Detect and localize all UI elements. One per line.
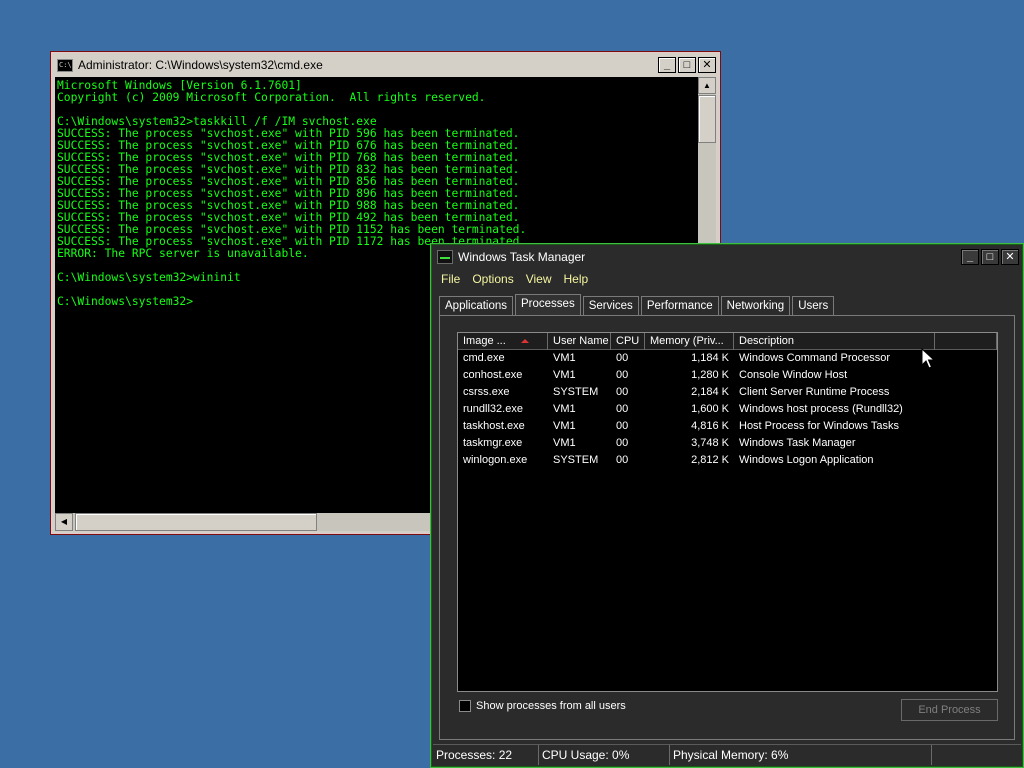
show-all-users-checkbox[interactable]	[459, 700, 471, 712]
tab-networking[interactable]: Networking	[720, 296, 791, 315]
scroll-up-arrow-icon[interactable]: ▲	[698, 77, 716, 94]
cell-image-name: conhost.exe	[463, 369, 523, 381]
process-list[interactable]: Image ... User Name CPU Memory (Priv... …	[457, 332, 998, 692]
show-all-users-checkbox-group[interactable]: Show processes from all users	[459, 700, 626, 712]
cell-cpu: 00	[616, 454, 629, 466]
cell-cpu: 00	[616, 437, 629, 449]
cell-user-name: VM1	[553, 437, 576, 449]
tab-users[interactable]: Users	[792, 296, 835, 315]
table-row[interactable]: rundll32.exe VM1 00 1,600 K Windows host pro…	[458, 401, 997, 418]
cmd-vertical-scroll-thumb[interactable]	[698, 95, 716, 143]
column-header-empty[interactable]	[935, 333, 997, 350]
process-rows: cmd.exe VM1 00 1,184 K Windows Command Proce…	[458, 350, 997, 469]
column-header-memory[interactable]: Memory (Priv...	[645, 333, 734, 350]
mouse-cursor-icon	[921, 348, 935, 369]
cmd-horizontal-scroll-thumb[interactable]	[75, 513, 317, 531]
cell-cpu: 00	[616, 403, 629, 415]
cell-description: Console Window Host	[739, 369, 848, 381]
status-processes: Processes: 22	[433, 745, 539, 765]
tab-applications[interactable]: Applications	[439, 296, 514, 315]
table-row[interactable]: conhost.exe VM1 00 1,280 K Console Window Ho…	[458, 367, 997, 384]
cmd-window-title: Administrator: C:\Windows\system32\cmd.e…	[78, 58, 323, 72]
cell-memory: 2,812 K	[691, 454, 729, 466]
cell-memory: 2,184 K	[691, 386, 729, 398]
cell-memory: 3,748 K	[691, 437, 729, 449]
cmd-titlebar[interactable]: C:\ Administrator: C:\Windows\system32\c…	[53, 54, 718, 76]
cell-memory: 4,816 K	[691, 420, 729, 432]
cmd-maximize-button[interactable]: □	[678, 57, 696, 73]
cell-image-name: taskmgr.exe	[463, 437, 523, 449]
taskmgr-statusbar: Processes: 22 CPU Usage: 0% Physical Mem…	[433, 744, 1021, 765]
menu-view[interactable]: View	[520, 270, 558, 290]
cell-description: Windows Logon Application	[739, 454, 874, 466]
task-manager-window[interactable]: Windows Task Manager _ □ ✕ File Options …	[430, 243, 1024, 768]
menu-file[interactable]: File	[435, 270, 466, 290]
process-list-header: Image ... User Name CPU Memory (Priv... …	[458, 333, 997, 350]
cmd-app-icon: C:\	[57, 58, 73, 72]
taskmgr-minimize-button[interactable]: _	[961, 249, 979, 265]
cmd-close-button[interactable]: ✕	[698, 57, 716, 73]
tab-processes[interactable]: Processes	[515, 294, 581, 316]
cell-user-name: VM1	[553, 403, 576, 415]
scroll-left-arrow-icon[interactable]: ◀	[55, 513, 73, 531]
taskmgr-menubar: File Options View Help	[435, 270, 594, 290]
taskmgr-titlebar[interactable]: Windows Task Manager _ □ ✕	[433, 246, 1021, 268]
sort-ascending-icon	[521, 339, 529, 343]
cell-description: Client Server Runtime Process	[739, 386, 890, 398]
cell-cpu: 00	[616, 369, 629, 381]
menu-options[interactable]: Options	[466, 270, 519, 290]
column-header-image-name-label: Image ...	[463, 335, 506, 347]
table-row[interactable]: winlogon.exe SYSTEM 00 2,812 K Windows Logon…	[458, 452, 997, 469]
cell-user-name: SYSTEM	[553, 454, 599, 466]
cell-image-name: csrss.exe	[463, 386, 510, 398]
taskmgr-close-button[interactable]: ✕	[1001, 249, 1019, 265]
cmd-minimize-button[interactable]: _	[658, 57, 676, 73]
cell-user-name: VM1	[553, 369, 576, 381]
table-row[interactable]: csrss.exe SYSTEM 00 2,184 K Client Server Ru…	[458, 384, 997, 401]
cell-image-name: winlogon.exe	[463, 454, 528, 466]
taskmgr-tabs: Applications Processes Services Performa…	[439, 294, 836, 316]
status-cpu-usage: CPU Usage: 0%	[539, 745, 670, 765]
cell-image-name: cmd.exe	[463, 352, 505, 364]
show-all-users-label: Show processes from all users	[476, 700, 626, 712]
console-line: Copyright (c) 2009 Microsoft Corporation…	[57, 91, 486, 104]
cell-cpu: 00	[616, 352, 629, 364]
cell-memory: 1,280 K	[691, 369, 729, 381]
column-header-user-name[interactable]: User Name	[548, 333, 611, 350]
cell-cpu: 00	[616, 420, 629, 432]
cell-memory: 1,184 K	[691, 352, 729, 364]
cell-description: Windows Command Processor	[739, 352, 890, 364]
end-process-button[interactable]: End Process	[901, 699, 998, 721]
cell-cpu: 00	[616, 386, 629, 398]
taskmgr-window-title: Windows Task Manager	[458, 250, 586, 264]
tab-performance[interactable]: Performance	[640, 296, 719, 315]
cell-user-name: VM1	[553, 352, 576, 364]
cell-description: Windows Task Manager	[739, 437, 856, 449]
menu-help[interactable]: Help	[558, 270, 595, 290]
column-header-description[interactable]: Description	[734, 333, 935, 350]
table-row[interactable]: taskmgr.exe VM1 00 3,748 K Windows Task Mana…	[458, 435, 997, 452]
status-empty-segment	[932, 745, 1021, 765]
taskmgr-app-icon	[437, 250, 453, 264]
cell-user-name: VM1	[553, 420, 576, 432]
cell-description: Windows host process (Rundll32)	[739, 403, 903, 415]
cell-image-name: taskhost.exe	[463, 420, 525, 432]
cell-description: Host Process for Windows Tasks	[739, 420, 899, 432]
status-physical-memory: Physical Memory: 6%	[670, 745, 932, 765]
column-header-image-name[interactable]: Image ...	[458, 333, 548, 350]
taskmgr-maximize-button[interactable]: □	[981, 249, 999, 265]
cell-image-name: rundll32.exe	[463, 403, 523, 415]
cell-memory: 1,600 K	[691, 403, 729, 415]
table-row[interactable]: taskhost.exe VM1 00 4,816 K Host Process for…	[458, 418, 997, 435]
table-row[interactable]: cmd.exe VM1 00 1,184 K Windows Command Proce…	[458, 350, 997, 367]
cell-user-name: SYSTEM	[553, 386, 599, 398]
column-header-cpu[interactable]: CPU	[611, 333, 645, 350]
tab-services[interactable]: Services	[582, 296, 639, 315]
